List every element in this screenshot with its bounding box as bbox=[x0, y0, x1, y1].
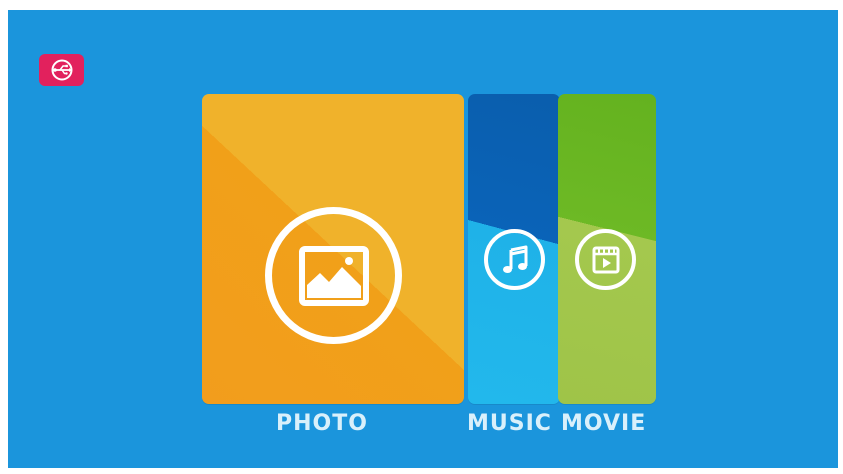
media-home-screen: PHOTO MUSIC MOVIE bbox=[8, 10, 838, 468]
movie-icon-ring bbox=[575, 229, 636, 290]
screen: PHOTO MUSIC MOVIE bbox=[0, 0, 843, 474]
photo-icon-ring bbox=[265, 207, 402, 344]
music-icon-ring bbox=[484, 229, 545, 290]
music-note-icon bbox=[502, 245, 527, 273]
usb-source-badge[interactable] bbox=[39, 54, 84, 86]
photo-icon bbox=[298, 245, 369, 306]
photo-label[interactable]: PHOTO bbox=[276, 407, 368, 441]
movie-label[interactable]: MOVIE bbox=[561, 407, 646, 441]
usb-icon bbox=[51, 59, 72, 81]
music-label[interactable]: MUSIC bbox=[467, 407, 552, 441]
movie-icon bbox=[592, 246, 619, 273]
